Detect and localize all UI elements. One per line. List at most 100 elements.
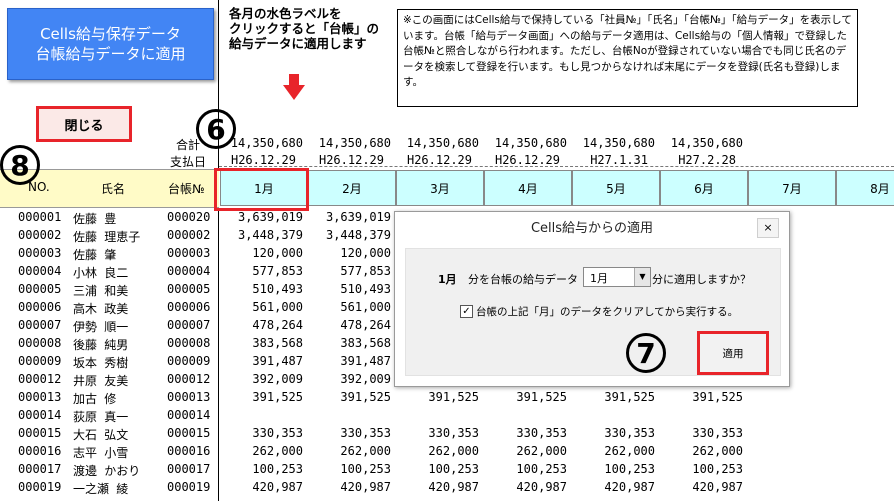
month-highlight-box: [214, 168, 309, 211]
row-value: 100,253: [516, 462, 567, 476]
row-value: 391,525: [428, 390, 479, 404]
row-value: 391,525: [516, 390, 567, 404]
row-value: 510,493: [252, 282, 303, 296]
row-value: 391,487: [340, 354, 391, 368]
tab-month-4[interactable]: 4月: [484, 170, 572, 206]
close-button[interactable]: 閉じる: [36, 106, 132, 142]
row-name: 高木 政美: [73, 302, 129, 316]
row-no: 000013: [18, 390, 62, 404]
row-ledger: 000004: [167, 264, 211, 278]
row-value: 262,000: [340, 444, 391, 458]
apply-to-ledger-banner-button[interactable]: Cells給与保存データ 台帳給与データに適用: [7, 8, 214, 80]
row-value: 100,253: [692, 462, 743, 476]
row-value: 100,253: [252, 462, 303, 476]
row-no: 000012: [18, 372, 62, 386]
row-value: 100,253: [340, 462, 391, 476]
row-value: 391,487: [252, 354, 303, 368]
row-name: 坂本 秀樹: [73, 356, 129, 370]
col-header-name: 氏名: [101, 182, 126, 196]
apply-button[interactable]: 適用: [697, 331, 769, 375]
month-select[interactable]: 1月 ▼: [583, 267, 651, 287]
total-value: 14,350,680: [318, 136, 391, 150]
row-value: 478,264: [340, 318, 391, 332]
dialog-prompt-a: 分を台帳の給与データ: [468, 273, 578, 286]
row-ledger: 000009: [167, 354, 211, 368]
clear-checkbox[interactable]: ✓: [460, 305, 473, 318]
row-value: 330,353: [516, 426, 567, 440]
row-no: 000004: [18, 264, 62, 278]
tab-month-2[interactable]: 2月: [308, 170, 396, 206]
row-ledger: 000019: [167, 480, 211, 494]
row-no: 000019: [18, 480, 62, 494]
row-name: 加古 修: [73, 392, 117, 406]
dotted-separator: [219, 166, 894, 167]
row-name: 大石 弘文: [73, 428, 129, 442]
row-ledger: 000007: [167, 318, 211, 332]
close-icon[interactable]: ×: [757, 218, 779, 238]
row-value: 392,009: [340, 372, 391, 386]
chevron-down-icon[interactable]: ▼: [634, 268, 650, 286]
paydate-value: H26.12.29: [494, 153, 560, 167]
row-no: 000005: [18, 282, 62, 296]
totals-label: 合計: [176, 138, 201, 152]
row-ledger: 000020: [167, 210, 211, 224]
row-name: 井原 友美: [73, 374, 129, 388]
total-value: 14,350,680: [494, 136, 567, 150]
row-value: 383,568: [340, 336, 391, 350]
row-name: 佐藤 肇: [73, 248, 117, 262]
dialog-month-label: 1月: [438, 273, 457, 286]
row-ledger: 000006: [167, 300, 211, 314]
row-name: 三浦 和美: [73, 284, 129, 298]
row-value: 330,353: [428, 426, 479, 440]
instruction-line2: クリックすると「台帳」の: [229, 21, 380, 36]
instruction-line1: 各月の水色ラベルを: [229, 6, 342, 21]
row-value: 330,353: [252, 426, 303, 440]
row-name: 伊勢 順一: [73, 320, 129, 334]
row-value: 577,853: [340, 264, 391, 278]
row-ledger: 000002: [167, 228, 211, 242]
row-value: 561,000: [252, 300, 303, 314]
row-ledger: 000014: [167, 408, 211, 422]
paydate-label: 支払日: [170, 155, 207, 169]
table-row: 000017 渡邊 かおり 000017 100,253 100,253 100,253 1…: [0, 461, 894, 479]
paydate-value: H26.12.29: [318, 153, 384, 167]
row-value: 262,000: [428, 444, 479, 458]
tab-month-7[interactable]: 7月: [748, 170, 836, 206]
tab-month-8[interactable]: 8月: [836, 170, 894, 206]
row-value: 3,448,379: [237, 228, 303, 242]
row-value: 120,000: [252, 246, 303, 260]
row-name: 志平 小雪: [73, 446, 129, 460]
instruction-text: 各月の水色ラベルを クリックすると「台帳」の 給与データに適用します: [229, 6, 389, 51]
tab-month-5[interactable]: 5月: [572, 170, 660, 206]
row-no: 000001: [18, 210, 62, 224]
row-no: 000006: [18, 300, 62, 314]
banner-line1: Cells給与保存データ: [40, 25, 181, 43]
instruction-line3: 給与データに適用します: [229, 36, 367, 51]
tab-month-3[interactable]: 3月: [396, 170, 484, 206]
callout-eight: 8: [0, 145, 40, 185]
row-name: 小林 良二: [73, 266, 129, 280]
row-no: 000003: [18, 246, 62, 260]
total-value: 14,350,680: [406, 136, 479, 150]
row-value: 100,253: [604, 462, 655, 476]
tab-month-6[interactable]: 6月: [660, 170, 748, 206]
notice-box: ※この画面にはCells給与で保持している「社員№」「氏名」「台帳№」「給与デー…: [397, 9, 858, 107]
row-value: 262,000: [252, 444, 303, 458]
row-value: 420,987: [516, 480, 567, 494]
row-value: 330,353: [604, 426, 655, 440]
row-value: 383,568: [252, 336, 303, 350]
total-value: 14,350,680: [230, 136, 303, 150]
row-value: 392,009: [252, 372, 303, 386]
col-header-no: NO.: [28, 180, 50, 194]
row-value: 100,253: [428, 462, 479, 476]
row-no: 000016: [18, 444, 62, 458]
row-ledger: 000008: [167, 336, 211, 350]
row-no: 000015: [18, 426, 62, 440]
row-value: 391,525: [604, 390, 655, 404]
row-value: 420,987: [604, 480, 655, 494]
row-name: 一之瀬 綾: [73, 482, 129, 496]
row-value: 391,525: [340, 390, 391, 404]
row-ledger: 000015: [167, 426, 211, 440]
dialog-prompt-b: 分に適用しますか？: [652, 273, 751, 286]
row-value: 391,525: [252, 390, 303, 404]
